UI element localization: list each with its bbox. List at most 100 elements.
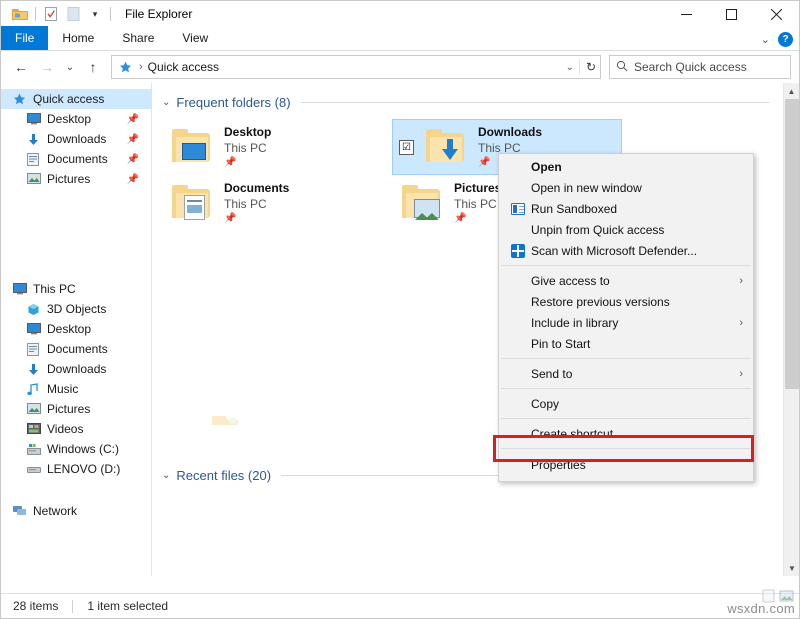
sidebar-label: Downloads (47, 362, 106, 376)
scrollbar-thumb[interactable] (785, 99, 799, 389)
minimize-button[interactable] (664, 1, 709, 27)
close-button[interactable] (754, 1, 799, 27)
item-count-label: 28 items (13, 599, 58, 613)
menu-item-pin-to-start[interactable]: Pin to Start (499, 333, 753, 354)
sidebar-item-pictures[interactable]: Pictures 📌 (1, 169, 151, 189)
tile-location: This PC (454, 196, 501, 212)
address-dropdown-icon[interactable]: ⌄ (566, 62, 574, 73)
pin-icon: 📌 (454, 212, 501, 226)
breadcrumb[interactable]: Quick access (148, 60, 219, 74)
music-note-icon (27, 383, 45, 396)
search-box[interactable]: Search Quick access (609, 55, 791, 79)
address-bar: ← → ⌄ ↑ › Quick access ⌄ ↻ Search Quick … (1, 51, 799, 83)
properties-checkmark-icon[interactable] (40, 3, 62, 25)
sidebar-label: Pictures (47, 402, 90, 416)
group-header-label: Frequent folders (8) (176, 95, 290, 110)
menu-item-scan-with-defender[interactable]: Scan with Microsoft Defender... (499, 240, 753, 261)
maximize-button[interactable] (709, 1, 754, 27)
tile-checkbox[interactable]: ☑ (399, 140, 414, 155)
scroll-up-arrow-icon[interactable]: ▲ (784, 83, 799, 99)
chevron-down-icon[interactable]: ⌄ (162, 470, 170, 481)
sidebar-item-downloads[interactable]: Downloads 📌 (1, 129, 151, 149)
submenu-arrow-icon: › (739, 368, 743, 380)
menu-item-restore-previous-versions[interactable]: Restore previous versions (499, 291, 753, 312)
tile-text: Pictures This PC 📌 (454, 180, 501, 226)
frequent-folders-header[interactable]: ⌄ Frequent folders (8) (162, 89, 783, 115)
help-icon[interactable]: ? (778, 32, 793, 47)
folder-tile-documents[interactable]: Documents This PC 📌 (162, 175, 392, 231)
sidebar-item-desktop[interactable]: Desktop 📌 (1, 109, 151, 129)
videos-icon (27, 423, 45, 435)
tab-view[interactable]: View (168, 26, 222, 50)
sidebar-item-documents[interactable]: Documents 📌 (1, 149, 151, 169)
menu-item-label: Give access to (531, 274, 610, 288)
ribbon-tabs: File Home Share View ⌄ ? (1, 27, 799, 51)
sidebar-item-quick-access[interactable]: Quick access (1, 89, 151, 109)
pin-icon[interactable]: 📌 (127, 134, 139, 145)
menu-item-unpin-from-quick-access[interactable]: Unpin from Quick access (499, 219, 753, 240)
ribbon-right-controls: ⌄ ? (761, 32, 793, 47)
sidebar-item-windows-c[interactable]: Windows (C:) (1, 439, 151, 459)
folder-downloads-icon (422, 125, 470, 169)
defender-shield-icon (507, 244, 529, 258)
sidebar-item-pc-pictures[interactable]: Pictures (1, 399, 151, 419)
sidebar-item-network[interactable]: Network (1, 501, 151, 521)
menu-item-include-in-library[interactable]: Include in library › (499, 312, 753, 333)
vertical-scrollbar[interactable]: ▲ ▼ (783, 83, 799, 576)
search-input[interactable]: Search Quick access (634, 60, 747, 74)
sidebar-item-3d-objects[interactable]: 3D Objects (1, 299, 151, 319)
sidebar-item-pc-documents[interactable]: Documents (1, 339, 151, 359)
menu-item-label: Send to (531, 367, 572, 381)
expand-ribbon-chevron-icon[interactable]: ⌄ (761, 33, 770, 46)
clipped-tile-row (212, 415, 238, 429)
chevron-down-icon[interactable]: ⌄ (162, 97, 170, 108)
pin-icon[interactable]: 📌 (127, 174, 139, 185)
tab-file[interactable]: File (1, 26, 48, 50)
refresh-icon[interactable]: ↻ (579, 59, 596, 75)
forward-button[interactable]: → (35, 55, 59, 79)
tab-home[interactable]: Home (48, 26, 108, 50)
folder-icon[interactable] (9, 3, 31, 25)
pin-icon[interactable]: 📌 (127, 114, 139, 125)
tile-name: Pictures (454, 180, 501, 196)
menu-item-open[interactable]: Open (499, 156, 753, 177)
system-drive-icon (27, 444, 45, 455)
menu-item-send-to[interactable]: Send to › (499, 363, 753, 384)
sidebar-item-lenovo-d[interactable]: LENOVO (D:) (1, 459, 151, 479)
tile-text: Desktop This PC 📌 (224, 124, 271, 170)
menu-item-copy[interactable]: Copy (499, 393, 753, 414)
quick-access-toolbar: ▾ (9, 3, 115, 25)
submenu-arrow-icon: › (739, 317, 743, 329)
sidebar-item-this-pc[interactable]: This PC (1, 279, 151, 299)
quick-access-star-icon (116, 61, 134, 74)
pin-icon: 📌 (224, 212, 289, 226)
new-folder-icon[interactable] (62, 3, 84, 25)
pin-icon[interactable]: 📌 (127, 154, 139, 165)
sidebar-item-music[interactable]: Music (1, 379, 151, 399)
customize-toolbar-chevron-icon[interactable]: ▾ (84, 3, 106, 25)
network-icon (13, 505, 31, 517)
desktop-icon (27, 113, 45, 125)
recent-locations-button[interactable]: ⌄ (61, 55, 79, 79)
sidebar-label: 3D Objects (47, 302, 106, 316)
sidebar-label: LENOVO (D:) (47, 462, 120, 476)
back-button[interactable]: ← (9, 55, 33, 79)
desktop-icon (27, 323, 45, 335)
up-button[interactable]: ↑ (81, 55, 105, 79)
menu-item-give-access-to[interactable]: Give access to › (499, 270, 753, 291)
toolbar-divider (35, 7, 36, 21)
scroll-down-arrow-icon[interactable]: ▼ (784, 560, 800, 576)
sidebar-item-pc-desktop[interactable]: Desktop (1, 319, 151, 339)
menu-item-open-in-new-window[interactable]: Open in new window (499, 177, 753, 198)
folder-tile-desktop[interactable]: Desktop This PC 📌 (162, 119, 392, 175)
sidebar-item-videos[interactable]: Videos (1, 419, 151, 439)
pin-icon: 📌 (224, 156, 271, 170)
menu-item-run-sandboxed[interactable]: Run Sandboxed (499, 198, 753, 219)
menu-separator (501, 358, 751, 359)
address-input[interactable]: › Quick access ⌄ ↻ (111, 55, 601, 79)
sidebar-item-pc-downloads[interactable]: Downloads (1, 359, 151, 379)
tab-share[interactable]: Share (108, 26, 168, 50)
menu-separator (501, 265, 751, 266)
sidebar-label: Windows (C:) (47, 442, 119, 456)
window-controls (664, 1, 799, 27)
